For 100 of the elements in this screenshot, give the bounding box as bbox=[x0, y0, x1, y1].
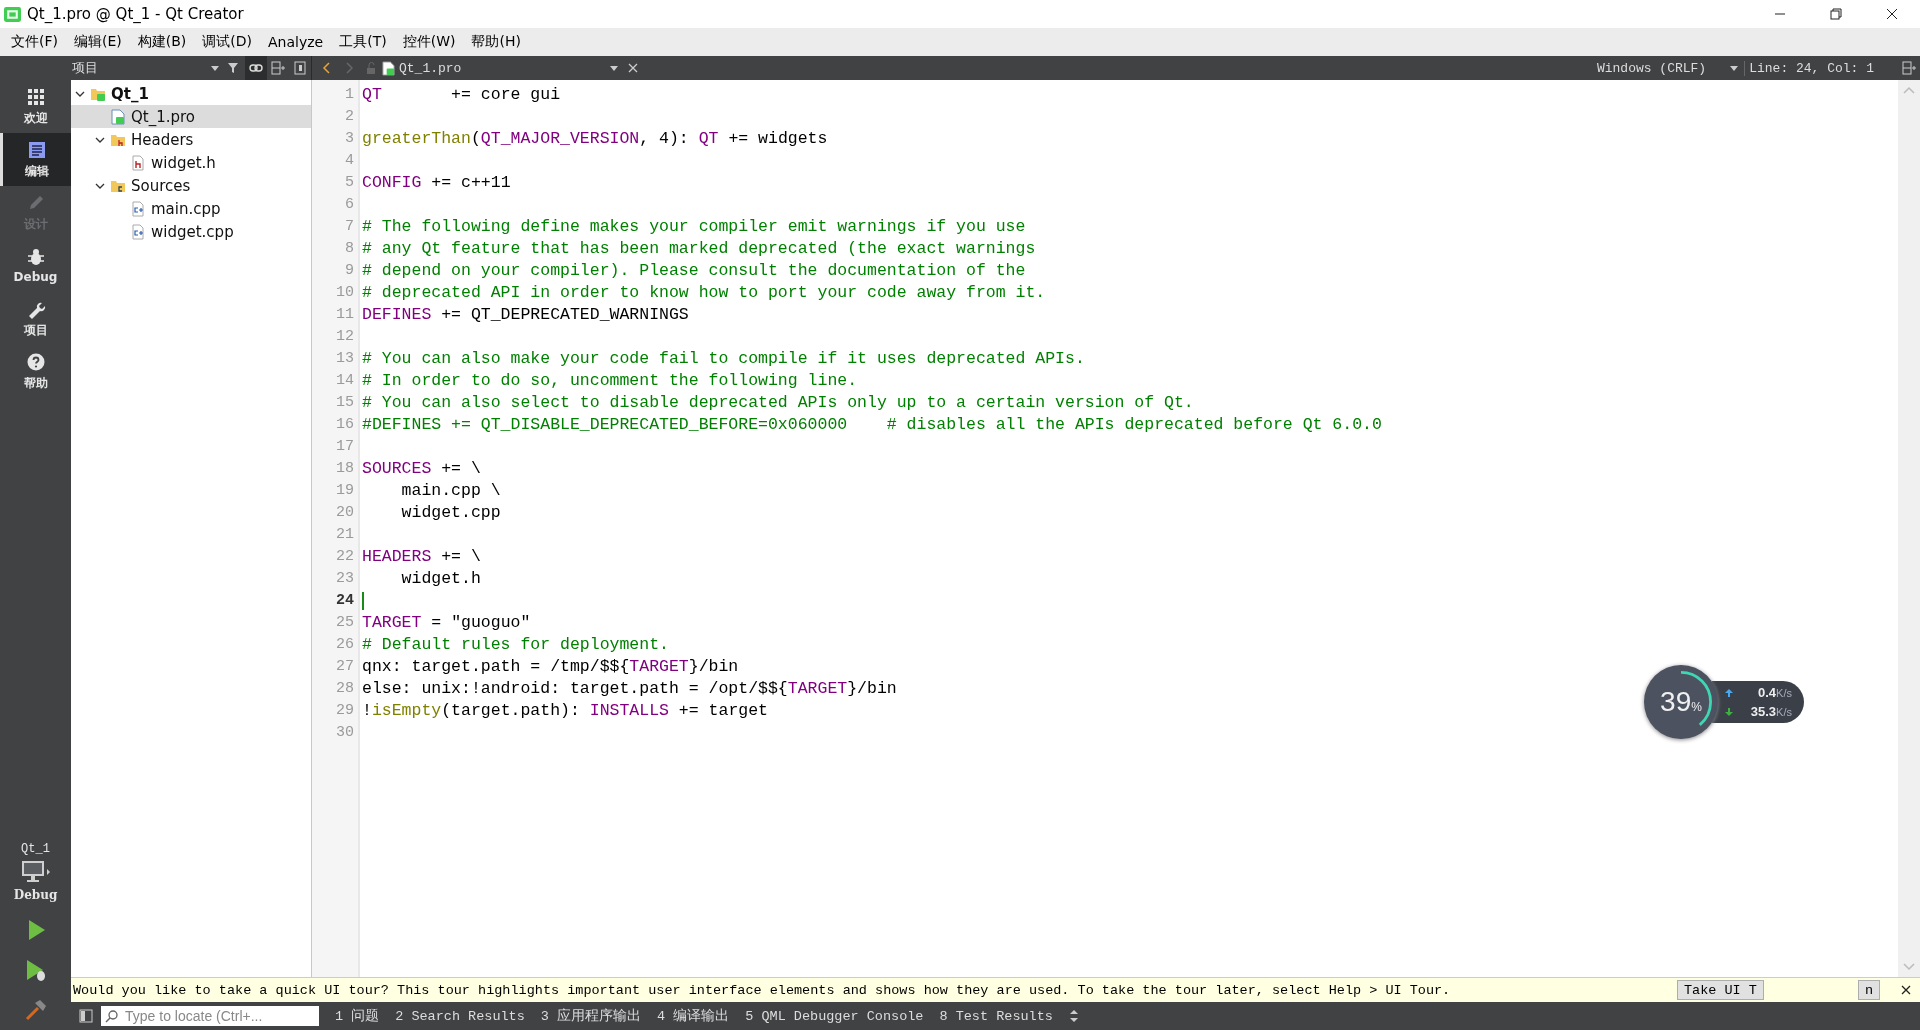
close-icon[interactable] bbox=[1900, 984, 1912, 996]
pane-selector[interactable]: 项目 bbox=[72, 59, 223, 77]
mode-button[interactable]: 编辑 bbox=[0, 133, 71, 186]
code-line: # deprecated API in order to know how to port your code away from it. bbox=[362, 282, 1046, 304]
line-number: 24 bbox=[336, 591, 354, 611]
output-pane-tab[interactable]: 4 编译输出 bbox=[649, 1007, 738, 1025]
code-line: # You can also make your code fail to compile if it uses deprecated APIs. bbox=[362, 348, 1085, 370]
code-line: greaterThan(QT_MAJOR_VERSION, 4): QT += widgets bbox=[362, 128, 828, 150]
code-line: # depend on your compiler). Please consult the documentation of the bbox=[362, 260, 1026, 282]
file-icon bbox=[130, 223, 146, 240]
kit-selector[interactable]: Qt_1 Debug bbox=[0, 842, 71, 910]
menu-item[interactable]: 调试(D) bbox=[194, 33, 260, 51]
code-line: # You can also select to disable deprecated APIs only up to a certain version of Qt. bbox=[362, 392, 1194, 414]
help-mode-icon bbox=[25, 351, 46, 372]
code-line: # In order to do so, uncomment the following line. bbox=[362, 370, 858, 392]
tree-item[interactable]: Qt_1.pro bbox=[71, 105, 311, 128]
line-number: 20 bbox=[336, 503, 354, 523]
welcome-mode-icon bbox=[25, 86, 46, 107]
line-number: 29 bbox=[336, 701, 354, 721]
download-icon bbox=[1724, 706, 1734, 717]
tree-item[interactable]: Sources bbox=[71, 174, 311, 197]
line-number: 21 bbox=[336, 525, 354, 545]
locator-field[interactable]: Type to locate (Ctrl+... bbox=[101, 1006, 319, 1026]
menu-item[interactable]: 构建(B) bbox=[129, 33, 195, 51]
tour-button[interactable]: n bbox=[1857, 980, 1880, 1000]
output-pane-tab[interactable]: 8 Test Results bbox=[931, 1008, 1061, 1024]
usage-percent: 39% bbox=[1660, 686, 1702, 718]
line-number: 8 bbox=[345, 239, 354, 259]
line-number: 6 bbox=[345, 195, 354, 215]
line-ending-selector[interactable]: Windows (CRLF) bbox=[1596, 60, 1746, 76]
code-line: DEFINES += QT_DEPRECATED_WARNINGS bbox=[362, 304, 689, 326]
line-number: 28 bbox=[336, 679, 354, 699]
file-icon bbox=[130, 200, 146, 217]
line-number: 18 bbox=[336, 459, 354, 479]
mode-button[interactable]: 欢迎 bbox=[0, 80, 71, 133]
cursor-position[interactable]: Line: 24, Col: 1 bbox=[1745, 60, 1898, 76]
app-logo-icon bbox=[4, 5, 21, 23]
code-line: widget.cpp bbox=[400, 502, 501, 524]
edit-mode-icon bbox=[27, 139, 47, 160]
line-number: 1 bbox=[345, 85, 354, 105]
mode-button[interactable]: 项目 bbox=[0, 292, 71, 345]
line-number: 12 bbox=[336, 327, 354, 347]
tree-item[interactable]: Headers bbox=[71, 128, 311, 151]
document-selector[interactable]: Qt_1.pro bbox=[382, 60, 622, 76]
line-number: 22 bbox=[336, 547, 354, 567]
tree-item[interactable]: main.cpp bbox=[71, 197, 311, 220]
tree-item[interactable]: widget.cpp bbox=[71, 220, 311, 243]
code-line: # Default rules for deployment. bbox=[362, 634, 669, 656]
line-number: 26 bbox=[336, 635, 354, 655]
output-pane-tab[interactable]: 1 问题 bbox=[327, 1007, 388, 1025]
hammer-icon[interactable] bbox=[23, 998, 48, 1022]
tour-button[interactable]: Take UI T bbox=[1676, 980, 1764, 1000]
line-number: 7 bbox=[345, 217, 354, 237]
menu-item[interactable]: 编辑(E) bbox=[66, 33, 130, 51]
line-number: 17 bbox=[336, 437, 354, 457]
output-pane-tab[interactable]: 5 QML Debugger Console bbox=[737, 1008, 932, 1024]
line-number: 11 bbox=[336, 305, 354, 325]
tree-item[interactable]: Qt_1 bbox=[71, 82, 311, 105]
monitor-icon bbox=[19, 860, 52, 884]
menu-item[interactable]: 帮助(H) bbox=[463, 33, 529, 51]
caret-icon bbox=[1730, 65, 1739, 71]
file-icon bbox=[382, 60, 395, 76]
code-line: !isEmpty(target.path): INSTALLS += target bbox=[362, 700, 768, 722]
output-pane-tab[interactable]: 3 应用程序输出 bbox=[532, 1007, 650, 1025]
code-line: main.cpp \ bbox=[400, 480, 501, 502]
updown-icon[interactable] bbox=[1068, 1009, 1079, 1023]
output-pane-tab[interactable]: 2 Search Results bbox=[387, 1008, 533, 1024]
code-line: qnx: target.path = /tmp/$${TARGET}/bin bbox=[362, 656, 739, 678]
menu-item[interactable]: Analyze bbox=[260, 34, 332, 50]
caret-icon bbox=[211, 65, 219, 71]
file-icon bbox=[110, 108, 126, 125]
upload-icon bbox=[1724, 687, 1734, 698]
sidebar-toggle-icon[interactable] bbox=[79, 1009, 93, 1023]
code-line: SOURCES += \ bbox=[362, 458, 481, 480]
file-icon bbox=[130, 154, 146, 171]
line-number: 2 bbox=[345, 107, 354, 127]
code-line: TARGET = "guoguo" bbox=[362, 612, 531, 634]
line-number: 9 bbox=[345, 261, 354, 281]
code-line: # any Qt feature that has been marked deprecated (the exact warnings bbox=[362, 238, 1036, 260]
mode-button[interactable]: Debug bbox=[0, 239, 71, 292]
line-number: 19 bbox=[336, 481, 354, 501]
upload-rate: 0.4K/s bbox=[1757, 685, 1792, 700]
line-number: 14 bbox=[336, 371, 354, 391]
line-number: 5 bbox=[345, 173, 354, 193]
caret-icon bbox=[610, 65, 618, 71]
code-line: # The following define makes your compiler emit warnings if you use bbox=[362, 216, 1026, 238]
line-number: 16 bbox=[336, 415, 354, 435]
line-number: 15 bbox=[336, 393, 354, 413]
mode-button[interactable]: 帮助 bbox=[0, 345, 71, 398]
search-icon bbox=[105, 1009, 119, 1023]
line-number: 30 bbox=[336, 723, 354, 743]
line-number: 25 bbox=[336, 613, 354, 633]
link-icon[interactable] bbox=[245, 56, 267, 80]
tour-message: Would you like to take a quick UI tour? This tour highlights important user interface elements and shows how they are used. To take the tour later, select Help > UI Tour. bbox=[73, 982, 1451, 998]
code-line: HEADERS += \ bbox=[362, 546, 481, 568]
tree-item[interactable]: widget.h bbox=[71, 151, 311, 174]
menu-item[interactable]: 控件(W) bbox=[394, 33, 464, 51]
menu-item[interactable]: 工具(T) bbox=[331, 33, 395, 51]
code-line: #DEFINES += QT_DISABLE_DEPRECATED_BEFORE=0x060000 # disables all the APIs deprecated before Qt 6.0.0 bbox=[362, 414, 1382, 436]
menu-item[interactable]: 文件(F) bbox=[3, 33, 66, 51]
